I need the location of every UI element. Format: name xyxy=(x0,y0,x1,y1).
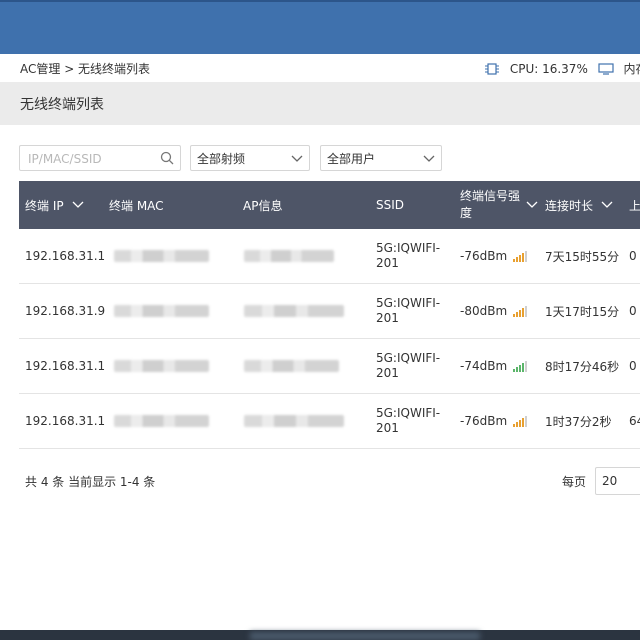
cell-upload: 0 xyxy=(629,249,637,263)
cell-ap-redacted xyxy=(244,339,339,393)
col-upload: 上 xyxy=(629,198,640,213)
cell-ip: 192.168.31.1 xyxy=(25,249,106,263)
chevron-down-icon xyxy=(72,198,84,212)
cell-mac-redacted xyxy=(114,339,209,393)
cell-duration: 1天17时15分 xyxy=(545,304,620,319)
col-ap-info: AP信息 xyxy=(243,198,283,213)
cell-duration: 8时17分46秒 xyxy=(545,359,620,374)
col-ip[interactable]: 终端 IP xyxy=(25,181,84,229)
table-row[interactable]: 192.168.31.1 5G:IQWIFI-201 -74dBm 8时17分46秒 0 xyxy=(19,339,640,394)
cell-ap-redacted xyxy=(244,394,344,448)
cell-ssid: 5G:IQWIFI-201 xyxy=(376,351,441,380)
col-signal[interactable]: 终端信号强度 xyxy=(460,181,538,229)
signal-value: -76dBm xyxy=(460,414,508,428)
table-row[interactable]: 192.168.31.1 5G:IQWIFI-201 -76dBm 7天15时55分 0 xyxy=(19,229,640,284)
signal-icon xyxy=(513,305,528,317)
user-filter-select[interactable]: 全部用户 xyxy=(320,145,442,171)
cpu-usage: CPU: 16.37% xyxy=(509,62,588,76)
cell-signal: -80dBm xyxy=(460,284,528,338)
signal-value: -76dBm xyxy=(460,249,508,263)
cell-duration: 1时37分2秒 xyxy=(545,414,612,429)
radio-filter-select[interactable]: 全部射频 xyxy=(190,145,310,171)
record-count: 共 4 条 当前显示 1-4 条 xyxy=(25,475,156,489)
desktop-background xyxy=(0,630,640,640)
signal-value: -80dBm xyxy=(460,304,508,318)
cell-ssid: 5G:IQWIFI-201 xyxy=(376,406,441,435)
per-page-select[interactable]: 20 xyxy=(595,467,640,495)
cell-ap-redacted xyxy=(244,229,334,283)
signal-icon xyxy=(513,360,528,372)
search-box[interactable] xyxy=(19,145,181,171)
chevron-down-icon xyxy=(291,152,303,166)
per-page-label: 每页 xyxy=(562,475,587,489)
signal-value: -74dBm xyxy=(460,359,508,373)
cpu-icon xyxy=(484,62,500,79)
system-status: CPU: 16.37% 内存: xyxy=(484,60,640,79)
cell-ssid: 5G:IQWIFI-201 xyxy=(376,241,441,270)
search-icon[interactable] xyxy=(160,150,174,169)
pagination-bar: 共 4 条 当前显示 1-4 条 每页 20 xyxy=(0,465,640,499)
cell-ip: 192.168.31.1 xyxy=(25,359,106,373)
radio-filter-value: 全部射频 xyxy=(197,152,246,166)
col-duration[interactable]: 连接时长 xyxy=(545,181,613,229)
col-ssid: SSID xyxy=(376,198,405,212)
breadcrumb: AC管理 > 无线终端列表 xyxy=(20,62,151,76)
cell-upload: 0 xyxy=(629,359,637,373)
app-header-bar xyxy=(0,0,640,54)
filter-bar: 全部射频 全部用户 xyxy=(0,145,640,171)
terminal-table: 终端 IP 终端 MAC AP信息 SSID 终端信号强度 连接时长 上 192… xyxy=(19,181,640,449)
page-title-bar: 无线终端列表 xyxy=(0,82,640,125)
table-header: 终端 IP 终端 MAC AP信息 SSID 终端信号强度 连接时长 上 xyxy=(19,181,640,229)
cell-mac-redacted xyxy=(114,394,209,448)
cell-mac-redacted xyxy=(114,284,209,338)
cell-mac-redacted xyxy=(114,229,209,283)
search-input[interactable] xyxy=(26,149,154,169)
cell-ip: 192.168.31.9 xyxy=(25,304,106,318)
chevron-down-icon xyxy=(601,198,613,212)
cell-signal: -74dBm xyxy=(460,339,528,393)
cell-signal: -76dBm xyxy=(460,394,528,448)
signal-icon xyxy=(513,415,528,427)
signal-icon xyxy=(513,250,528,262)
cell-ap-redacted xyxy=(244,284,344,338)
memory-usage: 内存: xyxy=(623,62,640,76)
page-title: 无线终端列表 xyxy=(20,97,104,113)
cell-duration: 7天15时55分 xyxy=(545,249,620,264)
cell-ssid: 5G:IQWIFI-201 xyxy=(376,296,441,325)
table-row[interactable]: 192.168.31.9 5G:IQWIFI-201 -80dBm 1天17时15分 0 xyxy=(19,284,640,339)
per-page-value: 20 xyxy=(602,474,618,488)
col-mac: 终端 MAC xyxy=(109,198,164,213)
chevron-down-icon xyxy=(423,152,435,166)
table-body: 192.168.31.1 5G:IQWIFI-201 -76dBm 7天15时55分 0… xyxy=(19,229,640,449)
table-row[interactable]: 192.168.31.1 5G:IQWIFI-201 -76dBm 1时37分2秒 64 xyxy=(19,394,640,449)
cell-signal: -76dBm xyxy=(460,229,528,283)
cell-ip: 192.168.31.1 xyxy=(25,414,106,428)
cell-upload: 0 xyxy=(629,304,637,318)
memory-icon xyxy=(598,62,614,79)
breadcrumb-bar: AC管理 > 无线终端列表 CPU: 16.37% 内存: xyxy=(0,54,640,82)
user-filter-value: 全部用户 xyxy=(327,152,376,166)
chevron-down-icon xyxy=(526,198,538,212)
cell-upload: 64 xyxy=(629,414,640,428)
